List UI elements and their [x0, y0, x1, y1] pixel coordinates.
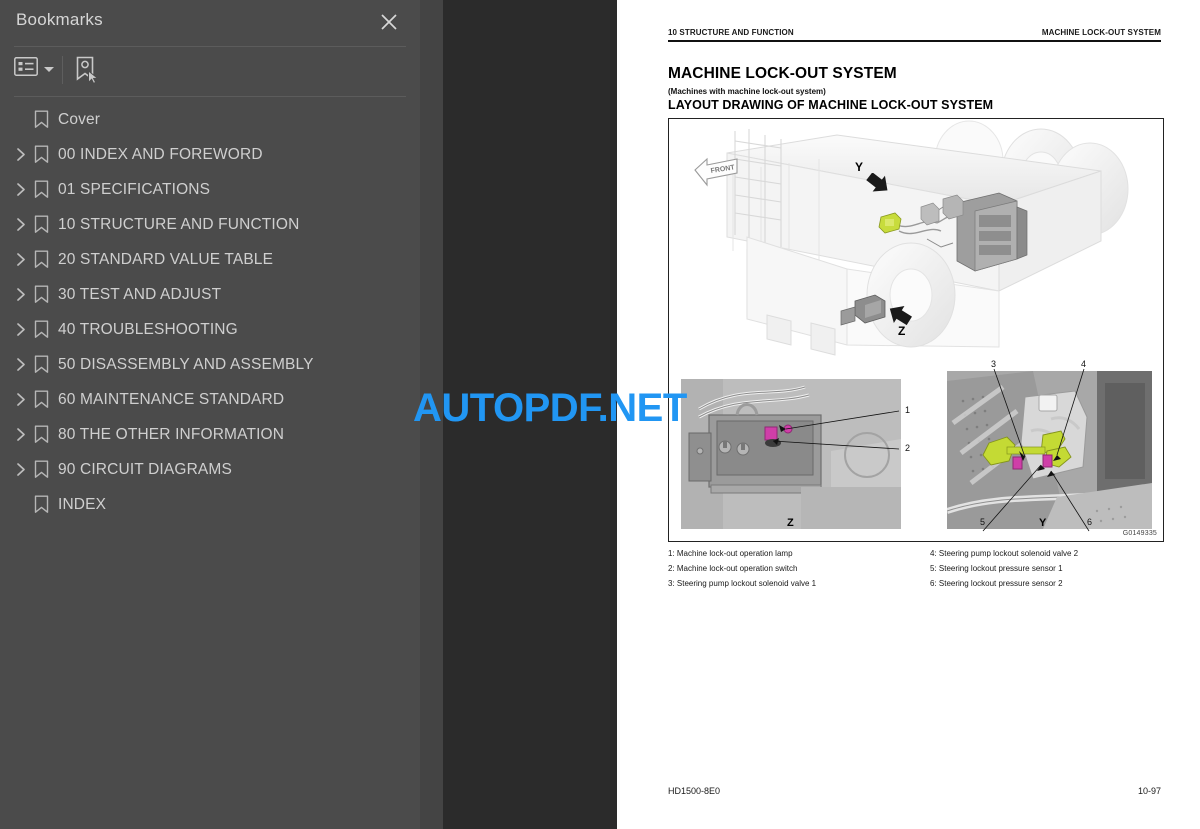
machine-svg: [726, 120, 1129, 356]
legend-column-2: 4: Steering pump lockout solenoid valve …: [930, 546, 1078, 591]
view-callout-y-label: Y: [855, 160, 864, 174]
pdf-page: 10 STRUCTURE AND FUNCTION MACHINE LOCK-O…: [617, 0, 1200, 829]
bookmark-item-label: INDEX: [58, 495, 107, 513]
bookmark-item-3[interactable]: 10 STRUCTURE AND FUNCTION: [0, 207, 420, 242]
bookmark-item-1[interactable]: 00 INDEX AND FOREWORD: [0, 137, 420, 172]
machine-illustration: FRONT Y Z: [669, 119, 1163, 366]
bookmark-icon: [32, 277, 50, 312]
chevron-right-icon[interactable]: [12, 277, 30, 312]
bookmark-icon: [32, 312, 50, 347]
callout-number-4: 4: [1081, 359, 1087, 369]
bookmark-item-label: 10 STRUCTURE AND FUNCTION: [58, 215, 300, 233]
bookmark-icon: [32, 137, 50, 172]
leader-lines-y: [982, 368, 1090, 532]
bookmark-item-label: 80 THE OTHER INFORMATION: [58, 425, 285, 443]
chevron-right-icon[interactable]: [12, 207, 30, 242]
panel-divider[interactable]: [420, 0, 443, 829]
legend-item: 6: Steering lockout pressure sensor 2: [930, 579, 1063, 588]
chevron-right-icon[interactable]: [12, 137, 30, 172]
bookmark-cursor-icon: [74, 56, 100, 89]
legend-item: 3: Steering pump lockout solenoid valve …: [668, 579, 817, 588]
close-icon[interactable]: [378, 11, 400, 33]
bookmark-icon: [32, 382, 50, 417]
bookmark-item-10[interactable]: 90 CIRCUIT DIAGRAMS: [0, 452, 420, 487]
bookmark-item-0[interactable]: Cover: [0, 102, 420, 137]
chevron-right-icon[interactable]: [12, 382, 30, 417]
page-subtitle: (Machines with machine lock-out system): [668, 87, 826, 96]
bookmark-item-5[interactable]: 30 TEST AND ADJUST: [0, 277, 420, 312]
bookmark-list: Cover 00 INDEX AND FOREWORD 01 SPECIFICATI…: [0, 102, 420, 522]
expand-current-bookmark-button[interactable]: [74, 56, 100, 89]
bookmark-item-label: 20 STANDARD VALUE TABLE: [58, 250, 274, 268]
bookmark-options-button[interactable]: [14, 57, 54, 81]
bookmark-item-label: 90 CIRCUIT DIAGRAMS: [58, 460, 232, 478]
bookmark-item-7[interactable]: 50 DISASSEMBLY AND ASSEMBLY: [0, 347, 420, 382]
callout-number-2: 2: [905, 443, 911, 453]
footer-model: HD1500-8E0: [668, 786, 721, 796]
panel-title: Bookmarks: [16, 10, 103, 29]
bookmark-item-label: 30 TEST AND ADJUST: [58, 285, 222, 303]
bookmarks-panel: Bookmarks Cover 00 INDEX AND FOREWORD 01…: [0, 0, 420, 829]
page-footer: HD1500-8E0 10-97: [668, 786, 1161, 796]
figure-box: FRONT Y Z 1 2 Z 3 4 5 6 Y G0149335: [668, 118, 1164, 542]
bookmark-item-11[interactable]: INDEX: [0, 487, 420, 522]
viewer-background: [443, 0, 617, 829]
bookmark-item-2[interactable]: 01 SPECIFICATIONS: [0, 172, 420, 207]
legend-item: 2: Machine lock-out operation switch: [668, 564, 798, 573]
chevron-right-icon[interactable]: [12, 172, 30, 207]
bookmark-item-label: 40 TROUBLESHOOTING: [58, 320, 238, 338]
running-head-rule: [668, 40, 1161, 42]
running-head-left: 10 STRUCTURE AND FUNCTION: [668, 28, 794, 37]
bookmark-icon: [32, 487, 50, 522]
bookmark-icon: [32, 452, 50, 487]
legend-item: 5: Steering lockout pressure sensor 1: [930, 564, 1063, 573]
legend-column-1: 1: Machine lock-out operation lamp 2: Mac…: [668, 546, 816, 591]
chevron-right-icon[interactable]: [12, 242, 30, 277]
chevron-right-icon[interactable]: [12, 417, 30, 452]
page-title: MACHINE LOCK-OUT SYSTEM: [668, 65, 897, 82]
detail-label-y: Y: [1039, 517, 1047, 529]
legend-item: 1: Machine lock-out operation lamp: [668, 549, 793, 558]
pdf-viewer-window: Bookmarks Cover 00 INDEX AND FOREWORD 01…: [0, 0, 1200, 829]
running-head-right: MACHINE LOCK-OUT SYSTEM: [1041, 28, 1161, 37]
section-heading: LAYOUT DRAWING OF MACHINE LOCK-OUT SYSTE…: [668, 98, 994, 112]
bookmark-item-label: 00 INDEX AND FOREWORD: [58, 145, 263, 163]
toolbar-divider: [14, 96, 406, 97]
bookmarks-toolbar: [0, 48, 420, 94]
view-callout-z-label: Z: [898, 324, 906, 338]
bookmark-icon: [32, 102, 50, 137]
chevron-right-icon[interactable]: [12, 452, 30, 487]
bookmark-item-label: Cover: [58, 110, 101, 128]
bookmark-icon: [32, 417, 50, 452]
callout-number-6: 6: [1087, 517, 1093, 527]
bookmark-item-label: 50 DISASSEMBLY AND ASSEMBLY: [58, 355, 314, 373]
bookmark-item-8[interactable]: 60 MAINTENANCE STANDARD: [0, 382, 420, 417]
bookmark-item-label: 60 MAINTENANCE STANDARD: [58, 390, 285, 408]
callout-number-3: 3: [991, 359, 997, 369]
bookmark-item-6[interactable]: 40 TROUBLESHOOTING: [0, 312, 420, 347]
header-divider: [14, 46, 406, 47]
bookmark-item-label: 01 SPECIFICATIONS: [58, 180, 211, 198]
bookmark-icon: [32, 172, 50, 207]
chevron-right-icon[interactable]: [12, 347, 30, 382]
footer-page-number: 10-97: [1137, 786, 1161, 796]
figure-id: G0149335: [1122, 530, 1157, 537]
toolbar-separator: [62, 56, 63, 84]
detail-label-z: Z: [787, 517, 794, 529]
callout-number-5: 5: [980, 517, 986, 527]
running-head: 10 STRUCTURE AND FUNCTION MACHINE LOCK-O…: [668, 28, 1161, 37]
bookmark-item-4[interactable]: 20 STANDARD VALUE TABLE: [0, 242, 420, 277]
bookmarks-panel-header: Bookmarks: [0, 0, 420, 46]
chevron-down-icon: [44, 66, 54, 72]
front-direction-icon: FRONT: [693, 155, 741, 189]
bookmark-icon: [32, 347, 50, 382]
callout-number-1: 1: [905, 405, 911, 415]
list-options-icon: [14, 57, 38, 81]
bookmark-icon: [32, 207, 50, 242]
chevron-right-icon[interactable]: [12, 312, 30, 347]
bookmark-item-9[interactable]: 80 THE OTHER INFORMATION: [0, 417, 420, 452]
view-arrow-y-icon: [865, 172, 891, 202]
bookmark-icon: [32, 242, 50, 277]
legend-item: 4: Steering pump lockout solenoid valve …: [930, 549, 1079, 558]
